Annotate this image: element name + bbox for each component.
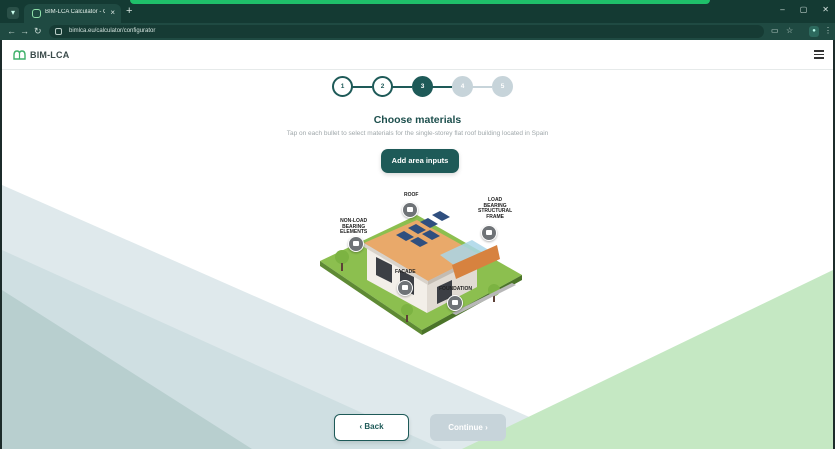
continue-button[interactable]: Continue › bbox=[430, 414, 506, 441]
browser-tab[interactable]: BIM-LCA Calculator - Configur... × bbox=[24, 4, 121, 23]
cast-icon[interactable]: ▭ bbox=[771, 26, 779, 35]
app-header: BIM-LCA bbox=[2, 40, 833, 70]
step-connector bbox=[430, 86, 452, 88]
page: BIM-LCA 1 2 3 4 5 Choose materials Tap o… bbox=[2, 40, 833, 449]
load-bearing-label: LOAD BEARING STRUCTURAL FRAME bbox=[478, 197, 513, 220]
new-tab-button[interactable]: + bbox=[126, 6, 132, 17]
forward-arrow-icon[interactable]: → bbox=[20, 26, 29, 36]
chrome-accent-strip bbox=[130, 0, 710, 4]
step-connector bbox=[350, 86, 372, 88]
step-3[interactable]: 3 bbox=[412, 76, 433, 97]
back-button[interactable]: ‹ Back bbox=[334, 414, 409, 441]
step-2[interactable]: 2 bbox=[372, 76, 393, 97]
minimize-button[interactable]: – bbox=[780, 5, 784, 14]
tab-search-icon[interactable]: ▾ bbox=[7, 7, 19, 19]
non-load-bearing-hotspot-icon[interactable] bbox=[348, 236, 364, 252]
bookmark-star-icon[interactable]: ☆ bbox=[786, 26, 793, 35]
tab-close-icon[interactable]: × bbox=[110, 8, 115, 17]
tab-favicon-icon bbox=[32, 9, 41, 18]
chevron-left-icon: ‹ bbox=[359, 422, 363, 431]
facade-hotspot-icon[interactable] bbox=[397, 280, 413, 296]
back-button-label: Back bbox=[364, 422, 384, 431]
load-bearing-hotspot-icon[interactable] bbox=[481, 225, 497, 241]
maximize-button[interactable]: ▢ bbox=[800, 5, 808, 14]
extension-icon[interactable]: ● bbox=[809, 26, 819, 37]
browser-toolbar: ← → ↻ bimlca.eu/calculator/configurator … bbox=[0, 23, 835, 40]
roof-hotspot-icon[interactable] bbox=[402, 202, 418, 218]
site-info-icon[interactable] bbox=[55, 28, 62, 35]
facade-label: FACADE bbox=[395, 269, 416, 275]
browser-menu-icon[interactable]: ⋮ bbox=[824, 26, 832, 35]
step-1[interactable]: 1 bbox=[332, 76, 353, 97]
foundation-label: FOUNDATION bbox=[439, 286, 472, 292]
url-text: bimlca.eu/calculator/configurator bbox=[69, 28, 156, 34]
window-controls: – ▢ ✕ bbox=[780, 5, 829, 14]
tab-title: BIM-LCA Calculator - Configur... bbox=[45, 9, 105, 15]
page-title: Choose materials bbox=[373, 114, 462, 126]
step-connector bbox=[390, 86, 412, 88]
reload-icon[interactable]: ↻ bbox=[34, 26, 42, 37]
foundation-hotspot-icon[interactable] bbox=[447, 295, 463, 311]
non-load-bearing-label: NON-LOAD BEARING ELEMENTS bbox=[340, 218, 368, 236]
add-area-inputs-button[interactable]: Add area inputs bbox=[381, 149, 459, 173]
logo-text[interactable]: BIM-LCA bbox=[30, 50, 69, 60]
back-arrow-icon[interactable]: ← bbox=[7, 26, 16, 36]
step-4: 4 bbox=[452, 76, 473, 97]
logo-icon[interactable] bbox=[13, 50, 26, 60]
roof-label: ROOF bbox=[404, 192, 419, 198]
address-bar[interactable]: bimlca.eu/calculator/configurator bbox=[49, 25, 764, 38]
close-window-button[interactable]: ✕ bbox=[822, 5, 829, 14]
stepper: 1 2 3 4 5 bbox=[330, 76, 513, 97]
step-5: 5 bbox=[492, 76, 513, 97]
browser-title-bar: ▾ BIM-LCA Calculator - Configur... × + –… bbox=[0, 0, 835, 23]
hamburger-menu-icon[interactable] bbox=[814, 50, 824, 59]
step-connector bbox=[470, 86, 492, 88]
page-subtitle: Tap on each bullet to select materials f… bbox=[286, 130, 549, 137]
chevron-right-icon: › bbox=[485, 423, 488, 432]
continue-button-label: Continue bbox=[448, 423, 483, 432]
